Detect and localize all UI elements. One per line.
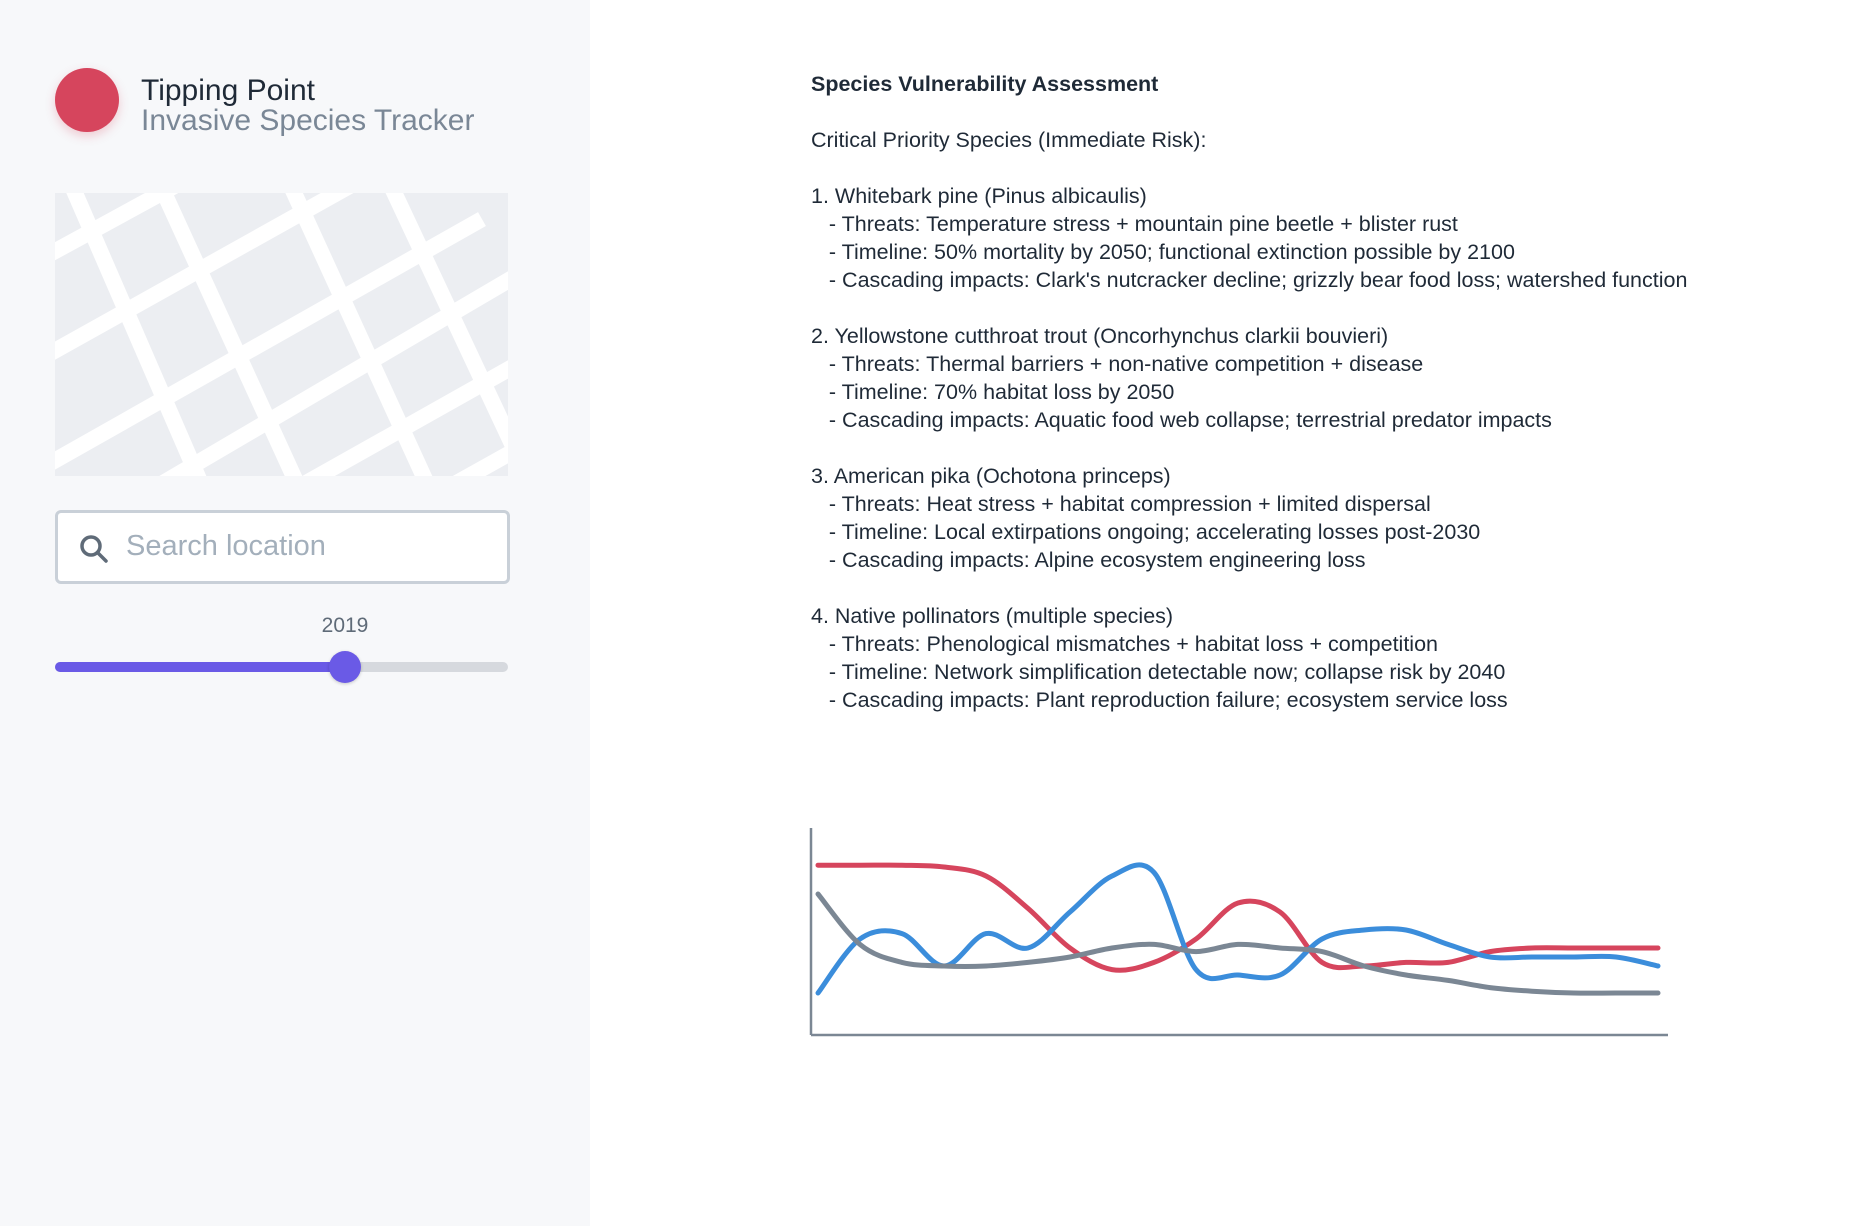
report-title: Species Vulnerability Assessment <box>811 72 1159 96</box>
search-icon <box>78 533 110 565</box>
app-subtitle: Invasive Species Tracker <box>141 104 475 137</box>
species-heading: 1. Whitebark pine (Pinus albicaulis) <box>811 184 1147 208</box>
assessment-report: Species Vulnerability Assessment Critica… <box>811 70 1811 714</box>
year-slider[interactable] <box>55 651 508 683</box>
map-streets-graphic <box>55 193 508 476</box>
species-threats: - Threats: Phenological mismatches + hab… <box>811 632 1438 656</box>
brand-logo-dot <box>55 68 119 132</box>
species-entry: 4. Native pollinators (multiple species)… <box>811 602 1811 714</box>
species-heading: 3. American pika (Ochotona princeps) <box>811 464 1171 488</box>
species-impacts: - Cascading impacts: Alpine ecosystem en… <box>811 548 1366 572</box>
species-heading: 2. Yellowstone cutthroat trout (Oncorhyn… <box>811 324 1389 348</box>
species-threats: - Threats: Thermal barriers + non-native… <box>811 352 1424 376</box>
search-box[interactable] <box>55 510 510 584</box>
app-title: Tipping Point <box>141 74 315 107</box>
species-timeline: - Timeline: 50% mortality by 2050; funct… <box>811 240 1515 264</box>
year-slider-fill <box>55 662 345 672</box>
species-impacts: - Cascading impacts: Clark's nutcracker … <box>811 268 1688 292</box>
species-heading: 4. Native pollinators (multiple species) <box>811 604 1174 628</box>
chart-series-line-3 <box>815 891 1661 996</box>
species-timeline: - Timeline: Network simplification detec… <box>811 660 1506 684</box>
species-entry: 1. Whitebark pine (Pinus albicaulis) - T… <box>811 182 1811 294</box>
species-impacts: - Cascading impacts: Plant reproduction … <box>811 688 1508 712</box>
year-slider-thumb[interactable] <box>328 651 361 683</box>
trend-chart <box>809 828 1668 1037</box>
main-panel: Species Vulnerability Assessment Critica… <box>590 0 1876 1226</box>
species-impacts: - Cascading impacts: Aquatic food web co… <box>811 408 1552 432</box>
chart-series-line-1 <box>815 862 1661 973</box>
species-timeline: - Timeline: 70% habitat loss by 2050 <box>811 380 1175 404</box>
species-threats: - Threats: Temperature stress + mountain… <box>811 212 1458 236</box>
species-entry: 3. American pika (Ochotona princeps) - T… <box>811 462 1811 574</box>
report-intro: Critical Priority Species (Immediate Ris… <box>811 128 1207 152</box>
search-input[interactable] <box>126 523 486 569</box>
brand: Tipping Point Invasive Species Tracker <box>55 68 555 148</box>
chart-series-line-2 <box>815 862 1661 996</box>
species-entry: 2. Yellowstone cutthroat trout (Oncorhyn… <box>811 322 1811 434</box>
sidebar: Tipping Point Invasive Species Tracker S… <box>0 0 590 1226</box>
map-thumbnail[interactable] <box>55 193 508 476</box>
species-timeline: - Timeline: Local extirpations ongoing; … <box>811 520 1481 544</box>
species-threats: - Threats: Heat stress + habitat compres… <box>811 492 1431 516</box>
year-label: 2019 <box>321 614 369 637</box>
